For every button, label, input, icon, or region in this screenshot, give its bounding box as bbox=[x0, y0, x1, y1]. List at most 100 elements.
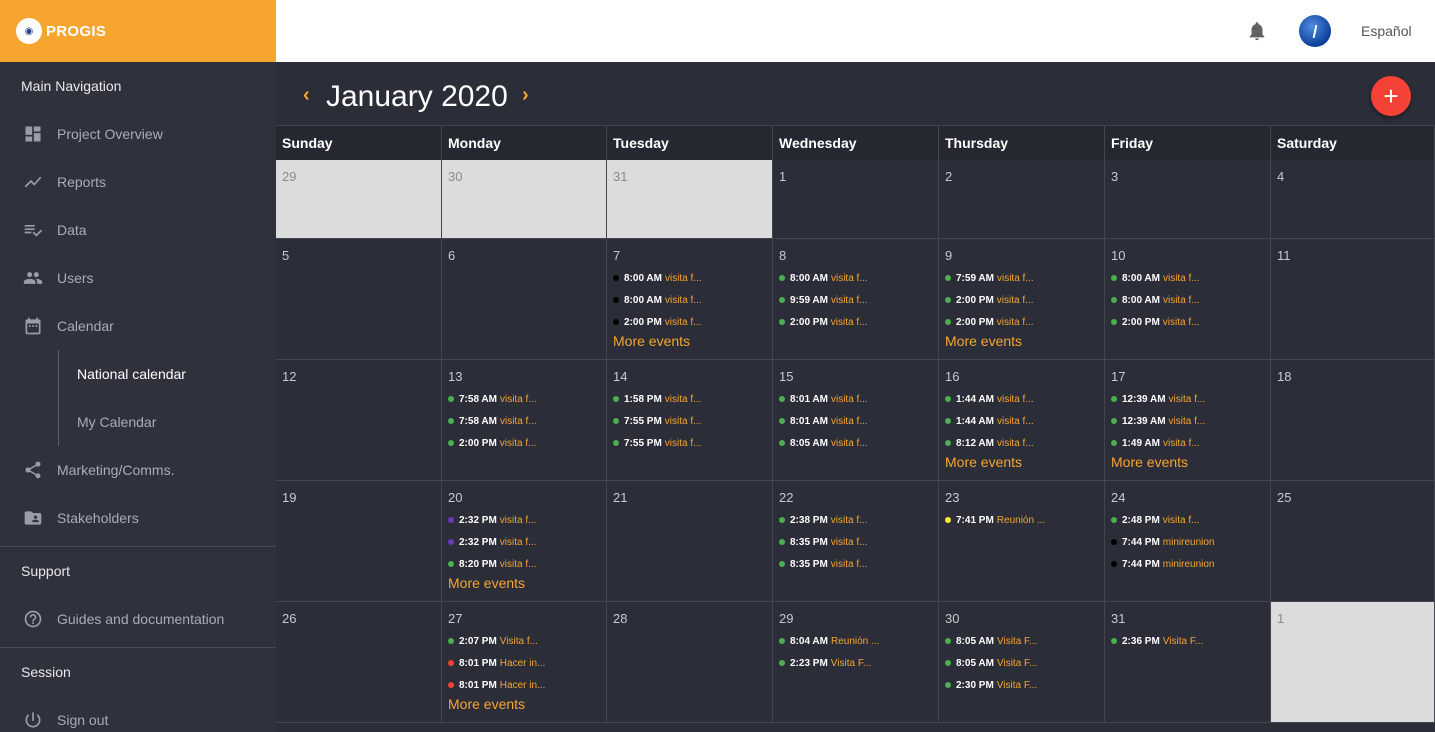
language-selector[interactable]: Español bbox=[1361, 23, 1412, 39]
day-cell[interactable]: 11 bbox=[1271, 239, 1435, 360]
brand-header[interactable]: ◉ PROGIS bbox=[0, 0, 276, 62]
calendar-event[interactable]: 8:20 PM visita f... bbox=[448, 553, 600, 575]
calendar-event[interactable]: 2:00 PM visita f... bbox=[945, 289, 1098, 311]
calendar-event[interactable]: 1:49 AM visita f... bbox=[1111, 432, 1264, 454]
prev-month-chevron-icon[interactable]: ‹ bbox=[303, 84, 310, 107]
calendar-event[interactable]: 2:30 PM Visita F... bbox=[945, 674, 1098, 696]
sidebar-item-sign-out[interactable]: Sign out bbox=[0, 696, 276, 732]
day-number[interactable]: 15 bbox=[779, 369, 932, 384]
day-number[interactable]: 1 bbox=[779, 169, 932, 184]
calendar-event[interactable]: 8:00 AM visita f... bbox=[779, 267, 932, 289]
day-number[interactable]: 4 bbox=[1277, 169, 1428, 184]
next-month-chevron-icon[interactable]: › bbox=[522, 84, 529, 107]
day-cell[interactable]: 16 1:44 AM visita f... 1:44 AM visita f... 8:… bbox=[939, 360, 1105, 481]
day-number[interactable]: 28 bbox=[613, 611, 766, 626]
calendar-event[interactable]: 1:44 AM visita f... bbox=[945, 410, 1098, 432]
calendar-event[interactable]: 7:58 AM visita f... bbox=[448, 410, 600, 432]
day-cell[interactable]: 30 bbox=[442, 160, 607, 239]
day-number[interactable]: 8 bbox=[779, 248, 932, 263]
day-cell[interactable]: 25 bbox=[1271, 481, 1435, 602]
day-number[interactable]: 19 bbox=[282, 490, 435, 505]
day-number[interactable]: 13 bbox=[448, 369, 600, 384]
day-number[interactable]: 26 bbox=[282, 611, 435, 626]
sidebar-item-project-overview[interactable]: Project Overview bbox=[0, 110, 276, 158]
more-events-link[interactable]: More events bbox=[945, 454, 1098, 470]
day-cell[interactable]: 29 bbox=[276, 160, 442, 239]
day-cell[interactable]: 31 bbox=[607, 160, 773, 239]
day-number[interactable]: 30 bbox=[945, 611, 1098, 626]
calendar-event[interactable]: 1:58 PM visita f... bbox=[613, 388, 766, 410]
calendar-event[interactable]: 1:44 AM visita f... bbox=[945, 388, 1098, 410]
calendar-event[interactable]: 2:00 PM visita f... bbox=[779, 311, 932, 333]
calendar-event[interactable]: 8:01 PM Hacer in... bbox=[448, 674, 600, 696]
calendar-event[interactable]: 8:05 AM Visita F... bbox=[945, 630, 1098, 652]
calendar-event[interactable]: 2:48 PM visita f... bbox=[1111, 509, 1264, 531]
day-number[interactable]: 24 bbox=[1111, 490, 1264, 505]
sidebar-item-reports[interactable]: Reports bbox=[0, 158, 276, 206]
day-number[interactable]: 23 bbox=[945, 490, 1098, 505]
calendar-event[interactable]: 8:01 AM visita f... bbox=[779, 410, 932, 432]
calendar-event[interactable]: 7:55 PM visita f... bbox=[613, 410, 766, 432]
calendar-event[interactable]: 2:32 PM visita f... bbox=[448, 509, 600, 531]
calendar-event[interactable]: 2:00 PM visita f... bbox=[1111, 311, 1264, 333]
day-number[interactable]: 3 bbox=[1111, 169, 1264, 184]
day-number[interactable]: 12 bbox=[282, 369, 435, 384]
calendar-event[interactable]: 7:44 PM minireunion bbox=[1111, 553, 1264, 575]
day-cell[interactable]: 13 7:58 AM visita f... 7:58 AM visita f... 2:… bbox=[442, 360, 607, 481]
sidebar-item-my-calendar[interactable]: My Calendar bbox=[59, 398, 276, 446]
day-cell[interactable]: 31 2:36 PM Visita F... bbox=[1105, 602, 1271, 723]
calendar-event[interactable]: 8:00 AM visita f... bbox=[613, 267, 766, 289]
day-number[interactable]: 5 bbox=[282, 248, 435, 263]
day-number[interactable]: 29 bbox=[282, 169, 435, 184]
calendar-event[interactable]: 8:05 AM Visita F... bbox=[945, 652, 1098, 674]
day-number[interactable]: 1 bbox=[1277, 611, 1428, 626]
calendar-event[interactable]: 2:38 PM visita f... bbox=[779, 509, 932, 531]
day-cell[interactable]: 12 bbox=[276, 360, 442, 481]
day-cell[interactable]: 4 bbox=[1271, 160, 1435, 239]
day-cell[interactable]: 26 bbox=[276, 602, 442, 723]
sidebar-item-users[interactable]: Users bbox=[0, 254, 276, 302]
calendar-event[interactable]: 8:04 AM Reunión ... bbox=[779, 630, 932, 652]
day-number[interactable]: 18 bbox=[1277, 369, 1428, 384]
day-number[interactable]: 6 bbox=[448, 248, 600, 263]
calendar-event[interactable]: 2:32 PM visita f... bbox=[448, 531, 600, 553]
day-number[interactable]: 30 bbox=[448, 169, 600, 184]
calendar-event[interactable]: 8:00 AM visita f... bbox=[1111, 289, 1264, 311]
day-cell[interactable]: 30 8:05 AM Visita F... 8:05 AM Visita F... 2:… bbox=[939, 602, 1105, 723]
calendar-event[interactable]: 8:00 AM visita f... bbox=[613, 289, 766, 311]
day-number[interactable]: 22 bbox=[779, 490, 932, 505]
calendar-event[interactable]: 12:39 AM visita f... bbox=[1111, 410, 1264, 432]
day-cell[interactable]: 22 2:38 PM visita f... 8:35 PM visita f... 8:… bbox=[773, 481, 939, 602]
calendar-event[interactable]: 2:00 PM visita f... bbox=[613, 311, 766, 333]
sidebar-item-national-calendar[interactable]: National calendar bbox=[59, 350, 276, 398]
calendar-event[interactable]: 9:59 AM visita f... bbox=[779, 289, 932, 311]
calendar-event[interactable]: 8:01 PM Hacer in... bbox=[448, 652, 600, 674]
calendar-event[interactable]: 2:36 PM Visita F... bbox=[1111, 630, 1264, 652]
day-cell[interactable]: 2 bbox=[939, 160, 1105, 239]
calendar-event[interactable]: 8:12 AM visita f... bbox=[945, 432, 1098, 454]
calendar-event[interactable]: 7:55 PM visita f... bbox=[613, 432, 766, 454]
day-number[interactable]: 16 bbox=[945, 369, 1098, 384]
calendar-event[interactable]: 8:35 PM visita f... bbox=[779, 553, 932, 575]
calendar-event[interactable]: 7:59 AM visita f... bbox=[945, 267, 1098, 289]
sidebar-item-stakeholders[interactable]: Stakeholders bbox=[0, 494, 276, 542]
calendar-event[interactable]: 7:44 PM minireunion bbox=[1111, 531, 1264, 553]
day-cell[interactable]: 15 8:01 AM visita f... 8:01 AM visita f... 8:… bbox=[773, 360, 939, 481]
day-cell[interactable]: 17 12:39 AM visita f... 12:39 AM visita f...… bbox=[1105, 360, 1271, 481]
day-number[interactable]: 20 bbox=[448, 490, 600, 505]
calendar-event[interactable]: 7:58 AM visita f... bbox=[448, 388, 600, 410]
day-cell[interactable]: 29 8:04 AM Reunión ... 2:23 PM Visita F... bbox=[773, 602, 939, 723]
day-number[interactable]: 14 bbox=[613, 369, 766, 384]
calendar-event[interactable]: 8:00 AM visita f... bbox=[1111, 267, 1264, 289]
day-cell[interactable]: 7 8:00 AM visita f... 8:00 AM visita f... 2:0… bbox=[607, 239, 773, 360]
sidebar-item-guides[interactable]: Guides and documentation bbox=[0, 595, 276, 643]
sidebar-item-calendar[interactable]: Calendar bbox=[0, 302, 276, 350]
day-cell[interactable]: 1 bbox=[773, 160, 939, 239]
day-cell[interactable]: 9 7:59 AM visita f... 2:00 PM visita f... 2:0… bbox=[939, 239, 1105, 360]
day-cell[interactable]: 8 8:00 AM visita f... 9:59 AM visita f... 2:0… bbox=[773, 239, 939, 360]
calendar-event[interactable]: 8:05 AM visita f... bbox=[779, 432, 932, 454]
day-number[interactable]: 7 bbox=[613, 248, 766, 263]
day-cell[interactable]: 5 bbox=[276, 239, 442, 360]
calendar-event[interactable]: 2:00 PM visita f... bbox=[448, 432, 600, 454]
more-events-link[interactable]: More events bbox=[448, 575, 600, 591]
